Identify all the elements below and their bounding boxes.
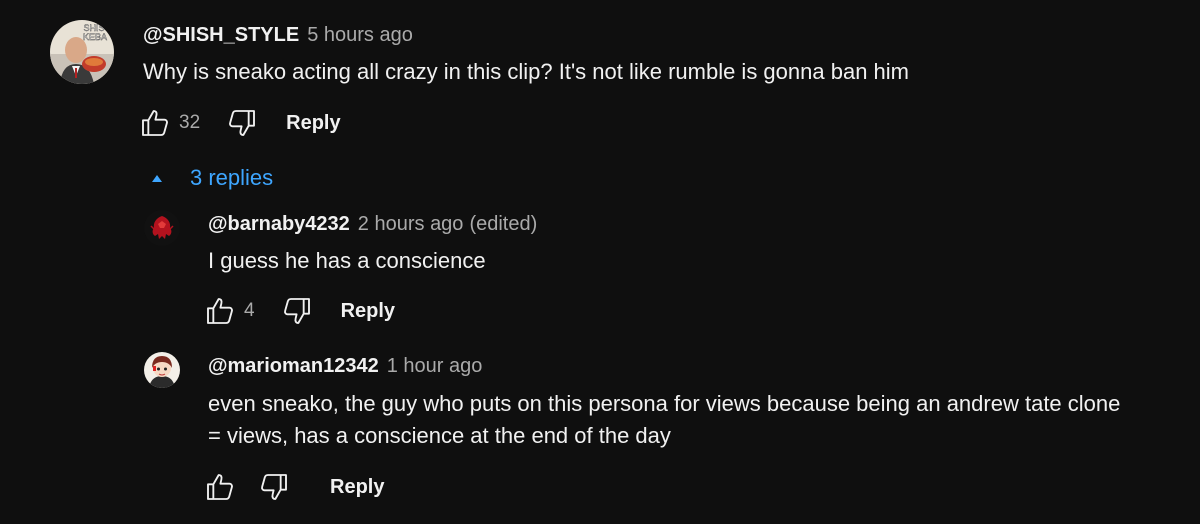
avatar-image: SHIS KEBA (50, 20, 114, 84)
reply-comment: @marioman12342 1 hour ago even sneako, th… (0, 340, 1200, 524)
thumbs-up-icon (142, 110, 168, 136)
comment-header: @SHISH_STYLE 5 hours ago (143, 23, 413, 47)
thumbs-up-icon (207, 474, 233, 500)
reply-text-line: even sneako, the guy who puts on this pe… (208, 391, 1121, 416)
caret-up-icon (152, 175, 162, 182)
reply-button[interactable]: Reply (286, 112, 340, 135)
avatar[interactable] (144, 210, 180, 246)
reply-text: even sneako, the guy who puts on this pe… (208, 388, 1188, 452)
reply-author[interactable]: @marioman12342 (208, 355, 379, 377)
thumbs-up-icon (207, 298, 233, 324)
dislike-button[interactable] (224, 105, 260, 141)
edited-label: (edited) (469, 213, 538, 235)
replies-toggle-label: 3 replies (190, 165, 274, 190)
reply-author[interactable]: @barnaby4232 (208, 213, 350, 235)
dislike-button[interactable] (279, 293, 315, 329)
like-button[interactable] (137, 105, 173, 141)
thumbs-down-icon (261, 474, 287, 500)
avatar[interactable]: SHIS KEBA (50, 20, 114, 84)
reply-timestamp[interactable]: 2 hours ago (358, 213, 464, 235)
comments-section: SHIS KEBA @SHISH_STYLE 5 hours ago Why is… (0, 0, 1200, 524)
replies-toggle[interactable]: 3 replies (150, 164, 273, 192)
reply-button[interactable]: Reply (330, 476, 384, 499)
reply-actions: 4 Reply (202, 293, 395, 329)
comment-actions: 32 Reply (137, 105, 341, 141)
like-button[interactable] (202, 469, 238, 505)
reply-header: @marioman12342 1 hour ago (208, 354, 482, 378)
like-count: 32 (179, 112, 201, 133)
reply-comment: @barnaby4232 2 hours ago (edited) I guess … (0, 200, 1200, 340)
avatar-text-line-2: KEBA (83, 32, 107, 42)
avatar-image (144, 210, 180, 246)
thumbs-down-icon (229, 110, 256, 136)
comment-thread: SHIS KEBA @SHISH_STYLE 5 hours ago Why is… (0, 0, 1200, 160)
comment-timestamp[interactable]: 5 hours ago (307, 24, 413, 46)
reply-text-line: = views, has a conscience at the end of … (208, 423, 671, 448)
like-count: 4 (244, 300, 255, 321)
reply-actions: Reply (202, 469, 384, 505)
avatar[interactable] (144, 352, 180, 388)
dislike-button[interactable] (256, 469, 292, 505)
reply-header: @barnaby4232 2 hours ago (edited) (208, 212, 537, 236)
reply-button[interactable]: Reply (341, 300, 395, 323)
comment-text: Why is sneako acting all crazy in this c… (143, 59, 909, 84)
like-button[interactable] (202, 293, 238, 329)
avatar-image (144, 352, 180, 388)
thumbs-down-icon (283, 298, 310, 324)
comment-author[interactable]: @SHISH_STYLE (143, 24, 299, 46)
reply-text: I guess he has a conscience (208, 248, 486, 273)
reply-timestamp[interactable]: 1 hour ago (387, 355, 483, 377)
